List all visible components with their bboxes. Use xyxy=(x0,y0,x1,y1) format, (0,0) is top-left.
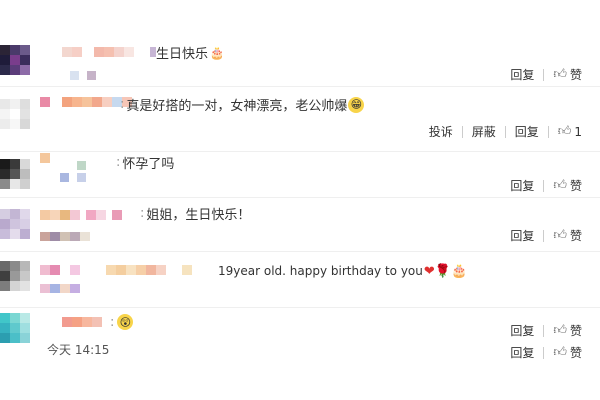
comment-row: : 姐姐，生日快乐！ 回复 👍︎ 赞 xyxy=(0,197,600,252)
separator xyxy=(543,229,545,242)
reply-button[interactable]: 回复 xyxy=(510,66,534,83)
comment-text: : 怀孕了吗 xyxy=(116,155,175,172)
avatar[interactable] xyxy=(0,313,30,343)
block-button[interactable]: 屏蔽 xyxy=(472,123,496,140)
comment-text: : 姐姐，生日快乐！ xyxy=(140,206,251,223)
blurred-meta xyxy=(40,232,90,242)
comment-timestamp: 今天 14:15 xyxy=(47,343,110,357)
blurred-meta xyxy=(60,161,86,171)
separator xyxy=(543,68,545,81)
cake-emoji-icon: 🎂 xyxy=(209,45,225,60)
blurred-meta xyxy=(70,71,96,81)
comment-text: : 😲 xyxy=(110,314,134,330)
comment-list: 生日快乐 🎂 回复 👍︎ 赞 : 真是好搭的一对，女神漂亮，老公帅爆 😁 投诉 屏 xyxy=(0,37,600,363)
comment-body: 怀孕了吗 xyxy=(122,157,175,172)
comment-body: 19year old. happy birthday to you xyxy=(218,264,423,278)
grin-emoji-icon: 😁 xyxy=(348,96,365,113)
reply-button[interactable]: 回复 xyxy=(510,344,534,361)
heart-rose-cake-emoji-icon: ❤🌹🎂 xyxy=(423,263,468,279)
like-button[interactable]: 👍︎ 赞 xyxy=(553,66,582,83)
avatar[interactable] xyxy=(0,261,30,291)
blurred-username[interactable] xyxy=(40,265,192,275)
comment-row: 19year old. happy birthday to you ❤🌹🎂 回复… xyxy=(0,251,600,338)
reply-button[interactable]: 回复 xyxy=(510,227,534,244)
comment-row: : 真是好搭的一对，女神漂亮，老公帅爆 😁 投诉 屏蔽 回复 👍︎ 1 xyxy=(0,91,600,152)
comment-row: : 怀孕了吗 回复 👍︎ 赞 xyxy=(0,151,600,198)
comment-body: 真是好搭的一对，女神漂亮，老公帅爆 xyxy=(126,99,348,114)
separator xyxy=(547,125,549,138)
comment-actions: 回复 👍︎ 赞 xyxy=(510,177,582,194)
comment-actions: 回复 👍︎ 赞 xyxy=(510,66,582,83)
like-button[interactable]: 👍︎ 赞 xyxy=(553,344,582,361)
blurred-username[interactable] xyxy=(62,47,156,57)
like-button[interactable]: 👍︎ 赞 xyxy=(553,227,582,244)
like-count: 1 xyxy=(574,124,582,139)
thumbs-up-icon: 👍︎ xyxy=(553,345,567,360)
avatar[interactable] xyxy=(0,159,30,189)
surprised-emoji-icon: 😲 xyxy=(117,314,134,330)
thumbs-up-icon: 👍︎ xyxy=(557,124,572,139)
blurred-username[interactable] xyxy=(40,97,132,107)
like-button[interactable]: 👍︎ 赞 xyxy=(553,177,582,194)
avatar[interactable] xyxy=(0,99,30,129)
separator xyxy=(543,179,545,192)
like-button[interactable]: 👍︎ 1 xyxy=(558,124,582,139)
comment-row: : 😲 今天 14:15 回复 👍︎ 赞 xyxy=(0,313,600,363)
blurred-username[interactable] xyxy=(40,153,50,163)
comment-text: 19year old. happy birthday to you ❤🌹🎂 xyxy=(218,263,467,279)
blurred-meta xyxy=(60,173,86,183)
report-button[interactable]: 投诉 xyxy=(429,123,453,140)
comment-body: 姐姐，生日快乐！ xyxy=(146,208,251,223)
reply-button[interactable]: 回复 xyxy=(515,123,539,140)
comment-text: 生日快乐 🎂 xyxy=(156,43,225,63)
comment-body: 生日快乐 xyxy=(156,47,209,62)
comment-actions: 投诉 屏蔽 回复 👍︎ 1 xyxy=(429,123,582,140)
reply-button[interactable]: 回复 xyxy=(510,177,534,194)
blurred-meta xyxy=(40,284,80,294)
comment-text: : 真是好搭的一对，女神漂亮，老公帅爆 😁 xyxy=(120,95,365,114)
thumbs-up-icon: 👍︎ xyxy=(553,178,567,193)
comment-actions: 回复 👍︎ 赞 xyxy=(510,227,582,244)
avatar[interactable] xyxy=(0,45,30,75)
separator xyxy=(504,125,506,138)
comment-actions: 回复 👍︎ 赞 xyxy=(510,344,582,361)
thumbs-up-icon: 👍︎ xyxy=(553,67,567,82)
comment-row: 生日快乐 🎂 回复 👍︎ 赞 xyxy=(0,37,600,87)
blurred-username[interactable] xyxy=(62,317,102,327)
separator xyxy=(461,125,463,138)
blurred-username[interactable] xyxy=(40,210,122,220)
thumbs-up-icon: 👍︎ xyxy=(553,228,567,243)
avatar[interactable] xyxy=(0,209,30,239)
separator xyxy=(543,346,545,359)
